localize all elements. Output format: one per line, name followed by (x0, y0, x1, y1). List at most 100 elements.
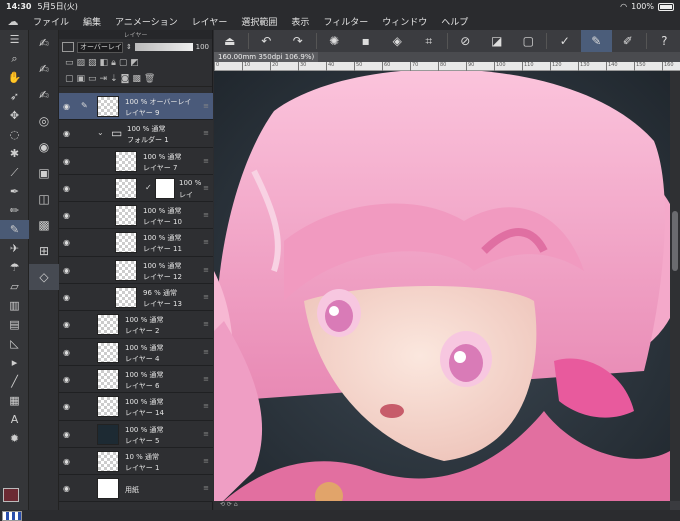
airbrush-icon[interactable]: ✈ (0, 239, 29, 258)
layer-row[interactable]: ◉ 100 % 通常 レイヤー 14 ≡ (59, 393, 213, 421)
deselect-icon[interactable]: ⊘ (449, 30, 481, 52)
visibility-eye-icon[interactable]: ◉ (63, 293, 70, 302)
help-icon[interactable]: ? (649, 30, 680, 52)
lock-alpha-icon[interactable]: ◧ (100, 58, 109, 68)
layer-row[interactable]: ◉ 100 % 通常 レイヤー 12 ≡ (59, 256, 213, 285)
color-mode-swatch[interactable] (2, 511, 22, 521)
drag-handle-icon[interactable]: ≡ (203, 102, 209, 110)
artwork[interactable] (214, 71, 670, 510)
pen-icon[interactable]: ✒ (0, 182, 29, 201)
drag-handle-icon[interactable]: ≡ (203, 402, 209, 410)
menu-file[interactable]: ファイル (26, 15, 76, 28)
visibility-eye-icon[interactable]: ◉ (63, 348, 70, 357)
drag-handle-icon[interactable]: ≡ (203, 184, 209, 192)
fill-icon[interactable]: ◈ (382, 30, 414, 52)
drag-handle-icon[interactable]: ≡ (203, 348, 209, 356)
zoom-icon[interactable]: ⌕ (0, 49, 29, 68)
visibility-eye-icon[interactable]: ◉ (63, 375, 70, 384)
undo-icon[interactable]: ↶ (250, 30, 282, 52)
menu-view[interactable]: 表示 (284, 15, 316, 28)
color-circle-icon[interactable]: ◎ (29, 108, 59, 134)
visibility-eye-icon[interactable]: ◉ (63, 157, 70, 166)
new-raster-icon[interactable]: ▢ (65, 74, 74, 84)
transfer-icon[interactable]: ⇥ (100, 74, 108, 84)
blend-mode-select[interactable]: オーバーレイ (77, 41, 123, 53)
opacity-value[interactable]: 100 (196, 43, 209, 51)
app-logo-icon[interactable]: ☁ (0, 15, 26, 28)
layer-row[interactable]: ◉ 10 % 通常 レイヤー 1 ≡ (59, 447, 213, 476)
layer-row[interactable]: ◉ 100 % 通常 レイヤー 11 ≡ (59, 229, 213, 257)
fill-tool-icon[interactable]: ▥ (0, 296, 29, 315)
new-vector-icon[interactable]: ▣ (77, 74, 86, 84)
figure-icon[interactable]: ◺ (0, 334, 29, 353)
drag-handle-icon[interactable]: ≡ (203, 293, 209, 301)
layer-row[interactable]: ◉ 100 % 通常 レイヤー 5 ≡ (59, 420, 213, 448)
ref-icon[interactable]: ▨ (77, 58, 86, 68)
layer-panel-icon[interactable]: ◇ (29, 264, 59, 290)
layer-row[interactable]: ◉ 100 % 通常 レイヤー 10 ≡ (59, 202, 213, 230)
vertical-scrollbar[interactable] (670, 71, 680, 501)
layer-row[interactable]: ◉ ✓ 100 % レイ ≡ (59, 174, 213, 203)
selection-border-icon[interactable]: ▢ (513, 30, 545, 52)
drag-handle-icon[interactable]: ≡ (203, 457, 209, 465)
visibility-eye-icon[interactable]: ◉ (63, 266, 70, 275)
menu-filter[interactable]: フィルター (316, 15, 375, 28)
text-icon[interactable]: A (0, 410, 29, 429)
pencil-icon[interactable]: ✏ (0, 201, 29, 220)
opacity-slider[interactable] (134, 43, 193, 51)
drag-handle-icon[interactable]: ≡ (203, 238, 209, 246)
sub-tool-2-icon[interactable]: ✍ (29, 56, 59, 82)
visibility-eye-icon[interactable]: ◉ (63, 184, 70, 193)
gradient-icon[interactable]: ▤ (0, 315, 29, 334)
decoration-icon[interactable]: ✹ (0, 429, 29, 448)
layer-property-icon[interactable]: ⊞ (29, 238, 59, 264)
loading-icon[interactable]: ✺ (318, 30, 350, 52)
operation-icon[interactable]: ➶ (0, 87, 29, 106)
line-icon[interactable]: ╱ (0, 372, 29, 391)
sub-tool-3-icon[interactable]: ✍ (29, 82, 59, 108)
drag-handle-icon[interactable]: ≡ (203, 211, 209, 219)
visibility-eye-icon[interactable]: ◉ (63, 129, 70, 138)
scroll-thumb[interactable] (672, 211, 678, 271)
draft-icon[interactable]: ▧ (88, 58, 97, 68)
canvas-area[interactable]: 160.00mm 350dpi 106.9%) 0 10 20 30 40 50 60 70 8… (214, 52, 680, 510)
visibility-eye-icon[interactable]: ◉ (63, 402, 70, 411)
layer-row[interactable]: ◉ 100 % 通常 レイヤー 7 ≡ (59, 147, 213, 175)
redo-icon[interactable]: ↷ (282, 30, 314, 52)
sub-tool-1-icon[interactable]: ✍ (29, 30, 59, 56)
menu-edit[interactable]: 編集 (76, 15, 108, 28)
invert-selection-icon[interactable]: ◪ (481, 30, 513, 52)
brush-icon[interactable]: ✎ (0, 220, 29, 239)
clip-icon[interactable]: ▭ (65, 58, 74, 68)
frame-icon[interactable]: ▦ (0, 391, 29, 410)
pen-pressure-icon[interactable]: ✐ (612, 30, 644, 52)
drag-handle-icon[interactable]: ≡ (203, 266, 209, 274)
ruler-toggle-icon[interactable]: ◩ (130, 58, 139, 68)
drag-handle-icon[interactable]: ≡ (203, 157, 209, 165)
move-icon[interactable]: ✥ (0, 106, 29, 125)
brush-toggle-icon[interactable]: ✎ (580, 30, 613, 52)
main-color-swatch[interactable] (3, 488, 19, 502)
visibility-eye-icon[interactable]: ◉ (63, 430, 70, 439)
mask-icon[interactable]: ◙ (121, 74, 130, 84)
layer-row[interactable]: ◉ 100 % 通常 レイヤー 2 ≡ (59, 311, 213, 339)
color-set-icon[interactable]: ◉ (29, 134, 59, 160)
eyedropper-icon[interactable]: ⟋ (0, 163, 29, 182)
layer-row[interactable]: ◉ 用紙 ≡ (59, 475, 213, 503)
drag-handle-icon[interactable]: ≡ (203, 484, 209, 492)
stabilize-icon[interactable]: ✓ (549, 30, 581, 52)
menu-animation[interactable]: アニメーション (108, 15, 185, 28)
merge-icon[interactable]: ⇣ (110, 74, 118, 84)
property-icon[interactable]: ▩ (29, 212, 59, 238)
drag-handle-icon[interactable]: ≡ (203, 430, 209, 438)
visibility-eye-icon[interactable]: ◉ (63, 457, 70, 466)
layer-row[interactable]: ◉ 100 % 通常 レイヤー 4 ≡ (59, 338, 213, 366)
layer-type-icon[interactable] (62, 42, 74, 52)
hand-icon[interactable]: ✋ (0, 68, 29, 87)
apply-mask-icon[interactable]: ▩ (132, 74, 141, 84)
clear-icon[interactable]: ▪ (350, 30, 382, 52)
menu-layer[interactable]: レイヤー (185, 15, 235, 28)
visibility-eye-icon[interactable]: ◉ (63, 320, 70, 329)
crop-icon[interactable]: ⌗ (413, 30, 445, 52)
material-icon[interactable]: ◫ (29, 186, 59, 212)
